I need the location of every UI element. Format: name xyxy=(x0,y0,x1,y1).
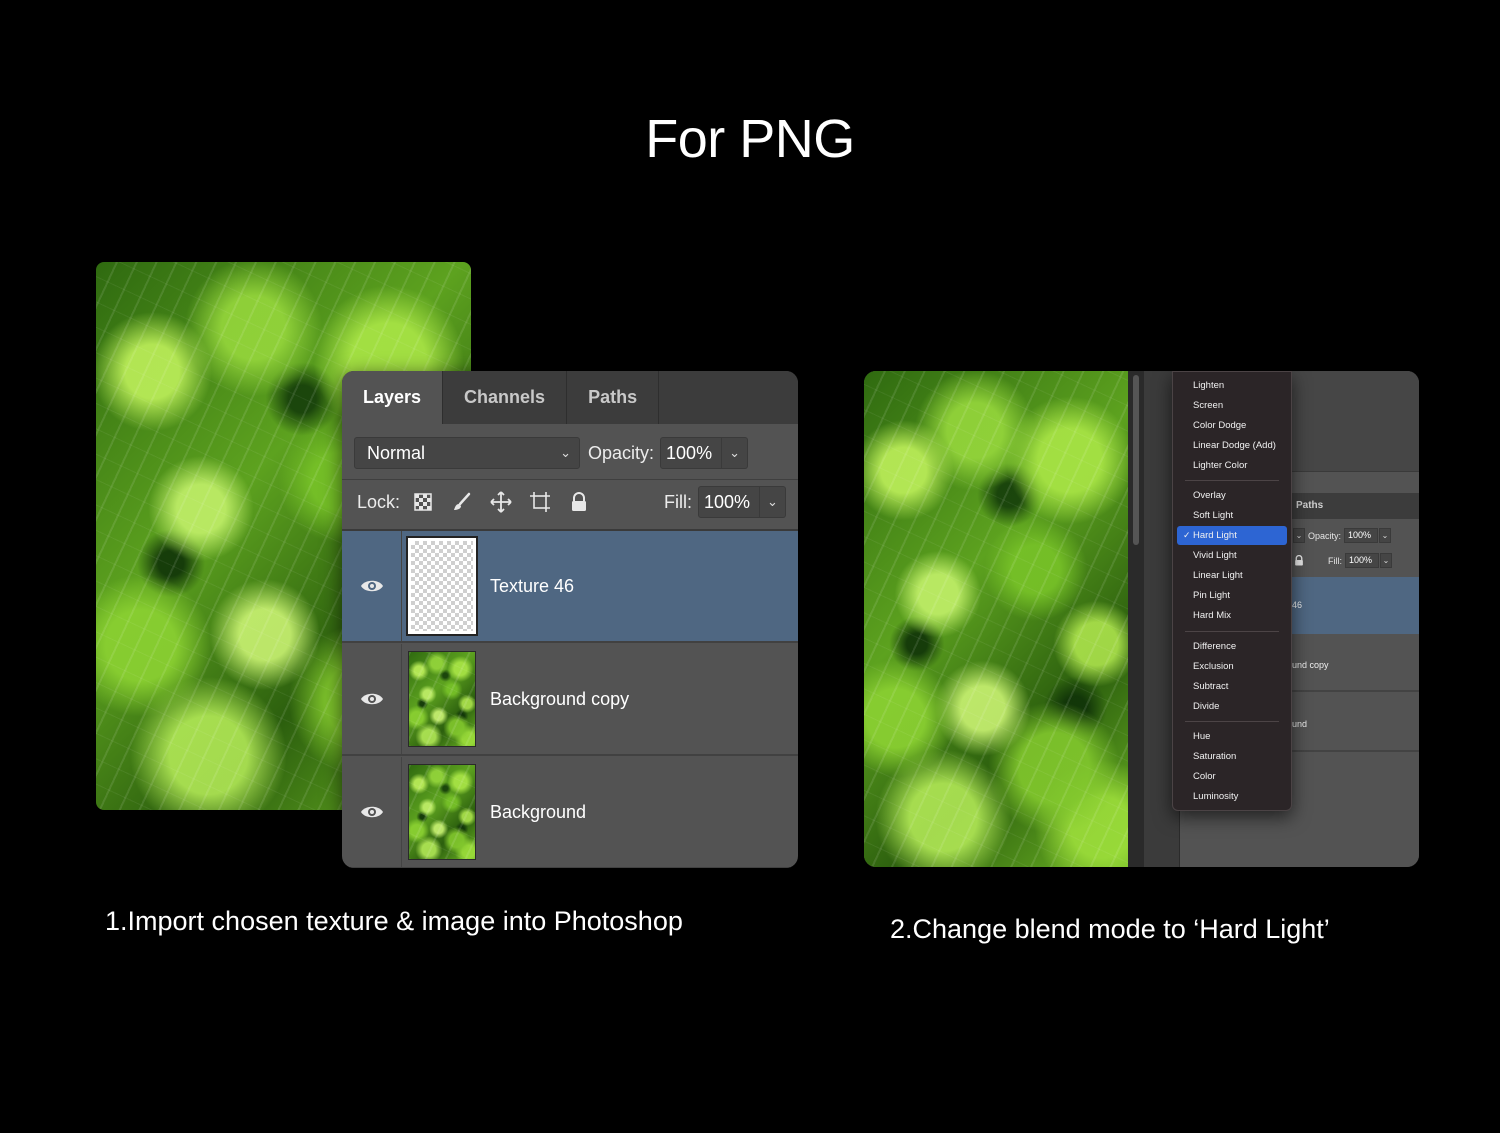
menu-item-hard-light[interactable]: ✓ Hard Light xyxy=(1177,526,1287,545)
menu-item-hue[interactable]: Hue xyxy=(1177,727,1287,746)
panel-tabs: Layers Channels Paths xyxy=(342,371,798,424)
visibility-toggle[interactable] xyxy=(342,757,402,867)
broccoli-canvas-image xyxy=(864,371,1128,867)
menu-divider xyxy=(1185,480,1279,481)
layer-name: und xyxy=(1292,719,1308,729)
step-2-caption: 2.Change blend mode to ‘Hard Light’ xyxy=(890,914,1330,945)
layer-thumbnail xyxy=(408,764,476,860)
lock-row: Lock: Fill: 100% ⌄ xyxy=(357,486,786,518)
chevron-down-icon: ⌄ xyxy=(560,445,571,460)
tab-layers[interactable]: Layers xyxy=(342,371,444,424)
layer-name: und copy xyxy=(1292,660,1329,670)
fill-label: Fill: xyxy=(664,491,692,512)
opacity-row: ⌄ Opacity: 100% ⌄ xyxy=(1292,528,1392,543)
canvas-scrollbar[interactable] xyxy=(1128,371,1144,867)
opacity-dropdown-button[interactable]: ⌄ xyxy=(722,437,749,469)
menu-item-linear-light[interactable]: Linear Light xyxy=(1177,566,1287,585)
fill-dropdown-button[interactable]: ⌄ xyxy=(1380,553,1392,568)
blend-mode-dropdown-button[interactable]: ⌄ xyxy=(1293,528,1305,543)
fill-label: Fill: xyxy=(1328,555,1342,566)
lock-image-pixels-icon[interactable] xyxy=(451,491,473,513)
menu-item-divide[interactable]: Divide xyxy=(1177,697,1287,716)
blend-mode-menu: Lighten Screen Color Dodge Linear Dodge … xyxy=(1172,371,1292,811)
lock-all-icon[interactable] xyxy=(568,491,590,513)
menu-item-color-dodge[interactable]: Color Dodge xyxy=(1177,416,1287,435)
chevron-down-icon: ⌄ xyxy=(767,494,778,509)
fill-dropdown-button[interactable]: ⌄ xyxy=(760,486,786,518)
opacity-label: Opacity: xyxy=(588,442,655,463)
layer-name: Texture 46 xyxy=(490,575,575,596)
menu-item-luminosity[interactable]: Luminosity xyxy=(1177,787,1287,806)
menu-item-saturation[interactable]: Saturation xyxy=(1177,747,1287,766)
blend-mode-select[interactable]: Normal ⌄ xyxy=(354,437,580,469)
eye-icon xyxy=(360,693,383,705)
menu-item-overlay[interactable]: Overlay xyxy=(1177,486,1287,505)
menu-item-linear-dodge[interactable]: Linear Dodge (Add) xyxy=(1177,436,1287,455)
layers-panel: Layers Channels Paths Normal ⌄ Opacity: … xyxy=(342,371,798,868)
chevron-down-icon: ⌄ xyxy=(729,445,740,460)
layer-name: Background xyxy=(490,801,587,822)
menu-item-pin-light[interactable]: Pin Light xyxy=(1177,586,1287,605)
tab-paths[interactable]: Paths xyxy=(567,371,660,424)
blend-row: Normal ⌄ Opacity: 100% ⌄ xyxy=(354,437,786,469)
layer-row-texture-46[interactable]: Texture 46 xyxy=(342,531,798,643)
opacity-field[interactable]: 100% xyxy=(660,437,723,469)
step-2-text: Change blend mode to ‘Hard Light’ xyxy=(912,914,1330,944)
menu-item-subtract[interactable]: Subtract xyxy=(1177,677,1287,696)
menu-item-color[interactable]: Color xyxy=(1177,767,1287,786)
menu-divider xyxy=(1185,721,1279,722)
divider xyxy=(342,479,798,480)
eye-icon xyxy=(360,806,383,818)
lock-all-icon[interactable] xyxy=(1294,555,1304,566)
opacity-field[interactable]: 100% xyxy=(1344,528,1379,543)
opacity-label: Opacity: xyxy=(1308,530,1342,541)
layer-row-background[interactable]: Background xyxy=(342,757,798,868)
layer-name: Background copy xyxy=(490,688,630,709)
visibility-toggle[interactable] xyxy=(342,644,402,754)
page-title: For PNG xyxy=(645,109,855,169)
lock-label: Lock: xyxy=(357,491,401,512)
blend-mode-value: Normal xyxy=(367,442,426,463)
layer-name: 46 xyxy=(1292,600,1303,610)
eye-icon xyxy=(360,580,383,592)
visibility-toggle[interactable] xyxy=(342,531,402,641)
tab-channels[interactable]: Channels xyxy=(443,371,568,424)
step-1-text: Import chosen texture & image into Photo… xyxy=(127,906,683,936)
layer-row-background-copy[interactable]: Background copy xyxy=(342,644,798,756)
lock-transparent-pixels-icon[interactable] xyxy=(412,491,434,513)
menu-item-screen[interactable]: Screen xyxy=(1177,396,1287,415)
lock-artboard-icon[interactable] xyxy=(529,491,551,513)
lock-position-icon[interactable] xyxy=(490,491,512,513)
menu-item-lighten[interactable]: Lighten xyxy=(1177,376,1287,395)
step-1-caption: 1.Import chosen texture & image into Pho… xyxy=(105,906,683,937)
step-1-number: 1. xyxy=(105,906,128,936)
fill-field[interactable]: 100% xyxy=(698,486,760,518)
menu-item-exclusion[interactable]: Exclusion xyxy=(1177,657,1287,676)
menu-item-label: Hard Light xyxy=(1193,530,1237,541)
checkmark-icon: ✓ xyxy=(1183,530,1191,540)
menu-item-soft-light[interactable]: Soft Light xyxy=(1177,506,1287,525)
scrollbar-thumb[interactable] xyxy=(1133,375,1139,545)
photoshop-window: Paths ⌄ Opacity: 100% ⌄ Fill: 100% ⌄ 46 … xyxy=(864,371,1419,867)
layer-thumbnail xyxy=(408,538,476,634)
opacity-dropdown-button[interactable]: ⌄ xyxy=(1379,528,1392,543)
tab-paths[interactable]: Paths xyxy=(1296,500,1323,511)
menu-item-difference[interactable]: Difference xyxy=(1177,637,1287,656)
fill-row: Fill: 100% ⌄ xyxy=(1294,553,1392,568)
fill-field[interactable]: 100% xyxy=(1345,553,1379,568)
step-2-number: 2. xyxy=(890,914,913,944)
menu-item-hard-mix[interactable]: Hard Mix xyxy=(1177,606,1287,625)
layer-thumbnail xyxy=(408,651,476,747)
menu-item-lighter-color[interactable]: Lighter Color xyxy=(1177,456,1287,475)
menu-item-vivid-light[interactable]: Vivid Light xyxy=(1177,546,1287,565)
menu-divider xyxy=(1185,631,1279,632)
